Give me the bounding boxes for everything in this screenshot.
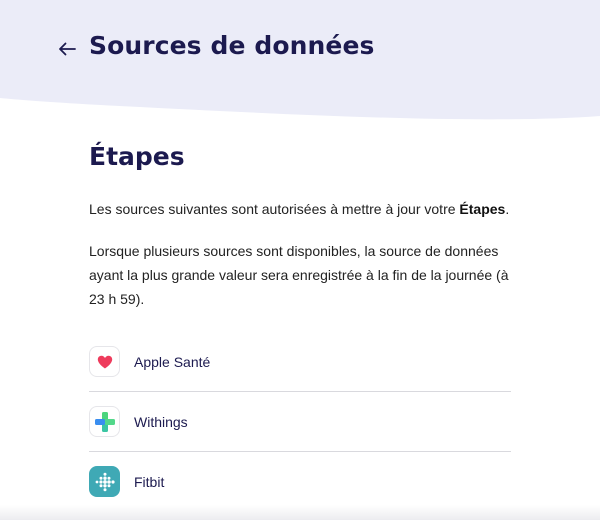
source-label: Fitbit	[134, 473, 165, 490]
header-background	[0, 0, 600, 120]
fitbit-app-icon	[89, 466, 120, 497]
source-item-fitbit[interactable]: Fitbit	[89, 452, 511, 512]
sources-list: Apple Santé Withings Fitbit	[89, 332, 511, 512]
description-paragraph: Lorsque plusieurs sources sont disponibl…	[89, 243, 509, 307]
apple-health-app-icon	[89, 346, 120, 377]
intro-paragraph: Les sources suivantes sont autorisées à …	[89, 198, 511, 220]
arrow-left-icon	[59, 42, 76, 56]
page-header: Sources de données	[0, 0, 600, 125]
intro-text: Les sources suivantes sont autorisées à …	[89, 201, 460, 217]
source-item-apple-sante[interactable]: Apple Santé	[89, 332, 511, 392]
heart-icon	[97, 355, 112, 368]
intro-metric-name: Étapes	[459, 201, 506, 217]
intro-period: .	[505, 201, 510, 217]
main-content: Étapes Les sources suivantes sont autori…	[89, 140, 511, 512]
back-button[interactable]	[56, 38, 78, 60]
withings-app-icon	[89, 406, 120, 437]
source-item-withings[interactable]: Withings	[89, 392, 511, 452]
page-title: Sources de données	[89, 31, 375, 60]
section-title: Étapes	[89, 142, 185, 171]
bottom-shadow	[0, 505, 600, 520]
plus-icon	[94, 411, 115, 432]
fitbit-dots-icon	[95, 472, 115, 491]
source-label: Apple Santé	[134, 353, 211, 370]
source-label: Withings	[134, 413, 188, 430]
